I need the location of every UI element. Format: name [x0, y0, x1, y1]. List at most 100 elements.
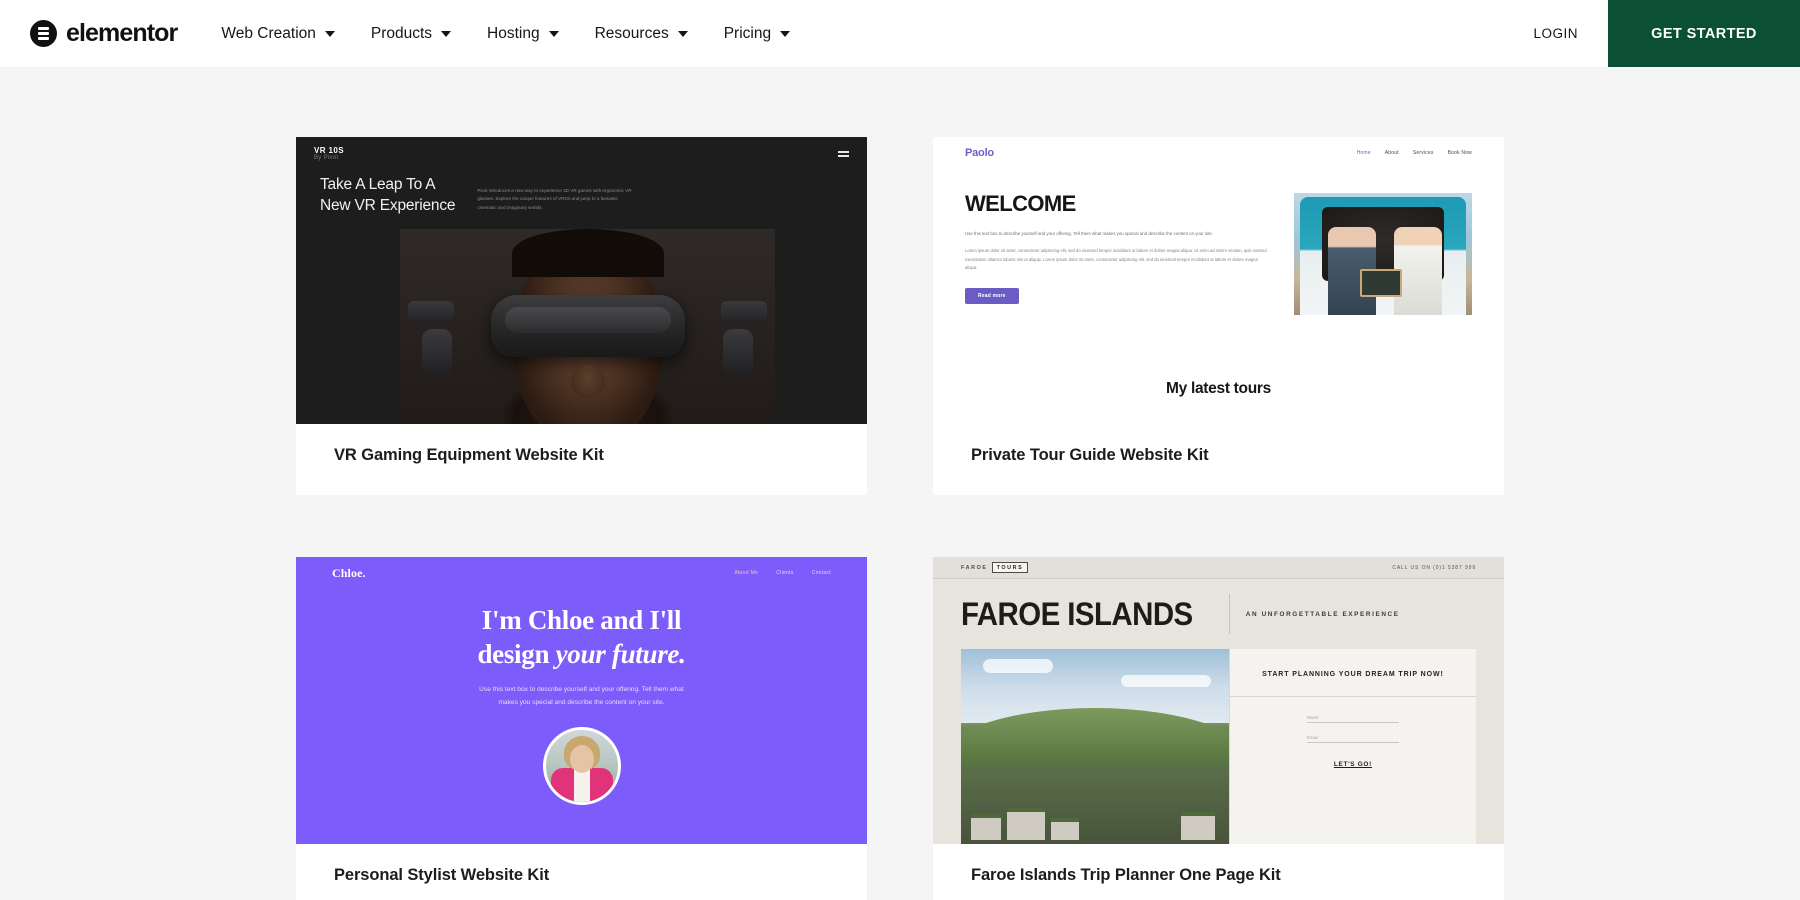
header-actions: LOGIN GET STARTED [1503, 0, 1800, 67]
nav-label: Hosting [487, 24, 540, 42]
preview-headline: Take A Leap To A New VR Experience [320, 175, 456, 217]
preview-lede: Use this text box to describe yourself a… [965, 231, 1214, 236]
elementor-mark-icon [30, 20, 57, 47]
preview-body-text: Pivot introduces a new way to experience… [477, 188, 632, 210]
subtext-line-2: makes you special and describe the conte… [498, 698, 665, 706]
kit-title: VR Gaming Equipment Website Kit [334, 446, 604, 464]
logo-word-tours: TOURS [991, 562, 1029, 573]
nav-item-products[interactable]: Products [353, 0, 469, 67]
chevron-down-icon [780, 30, 791, 37]
preview-landscape-image [961, 649, 1229, 844]
preview-submit-link: LET'S GO! [1333, 761, 1372, 768]
preview-email-field: Email [1306, 733, 1399, 743]
kit-thumbnail: Paolo Home About Services Book Now WELCO… [933, 137, 1504, 424]
login-link[interactable]: LOGIN [1503, 0, 1608, 67]
preview-panel-title: START PLANNING YOUR DREAM TRIP NOW! [1262, 671, 1444, 678]
vr-strap-right [721, 301, 767, 323]
preview-tagline: AN UNFORGETTABLE EXPERIENCE [1245, 610, 1400, 618]
preview-topbar: FAROE TOURS CALL US ON (0)1 5387 999 [933, 557, 1504, 579]
preview-text-column: WELCOME Use this text box to describe yo… [965, 177, 1268, 370]
chevron-down-icon [677, 30, 688, 37]
kit-thumbnail: Chloe. About Me Clients Contact I'm Chlo… [296, 557, 867, 844]
headline-line-1: Take A Leap To A [320, 176, 436, 193]
preview-topbar: Chloe. About Me Clients Contact [296, 557, 867, 589]
preview-heading: WELCOME [965, 191, 1076, 216]
preview-avatar [542, 727, 621, 805]
preview-logo-sub: By Pivot [314, 155, 339, 162]
vr-earcup-left [422, 329, 452, 375]
cloud-shape [983, 659, 1053, 673]
headline-line-2: design your future. [356, 637, 807, 671]
house-shape [1051, 818, 1079, 840]
preview-nav-about: About [1384, 150, 1399, 156]
preview-nav: About Me Clients Contact [734, 570, 831, 576]
nav-item-resources[interactable]: Resources [577, 0, 706, 67]
preview-form-panel: START PLANNING YOUR DREAM TRIP NOW! Name… [1228, 649, 1477, 844]
preview-title: FAROE ISLANDS [961, 596, 1193, 632]
main-navigation: Web Creation Products Hosting Resources … [203, 0, 1503, 67]
vr-headset-icon [490, 295, 685, 357]
brand-name: elementor [66, 19, 178, 47]
preview-headline: I'm Chloe and I'll design your future. [356, 603, 807, 671]
house-shape [1007, 808, 1045, 840]
preview-logo: Chloe. [332, 565, 366, 580]
vr-earcup-right [723, 329, 753, 375]
preview-nav-services: Services [1412, 150, 1434, 156]
preview-nav-home: Home [1356, 150, 1371, 156]
preview-section: My latest tours [933, 370, 1504, 424]
preview-phone: CALL US ON (0)1 5387 999 [1392, 564, 1476, 571]
preview-hero: Take A Leap To A New VR Experience Pivot… [296, 175, 867, 217]
house-shape [1180, 812, 1215, 840]
nav-label: Resources [594, 24, 669, 42]
nav-item-hosting[interactable]: Hosting [469, 0, 577, 67]
preview-nav-about-me: About Me [734, 570, 759, 576]
subtext-line-1: Use this text box to describe yourself a… [479, 686, 684, 694]
nav-item-web-creation[interactable]: Web Creation [203, 0, 352, 67]
nav-label: Web Creation [221, 24, 316, 42]
preview-logo: Paolo [965, 147, 994, 159]
preview-section-title: My latest tours [1166, 380, 1271, 397]
logo-word-faroe: FAROE [961, 564, 988, 571]
nav-label: Pricing [723, 24, 772, 42]
headline-italic: your future. [555, 639, 686, 670]
preview-subtext: Use this text box to describe yourself a… [356, 684, 807, 709]
kit-card-faroe-islands[interactable]: FAROE TOURS CALL US ON (0)1 5387 999 FAR… [933, 557, 1504, 900]
house-shape [971, 814, 1001, 840]
preview-columns: START PLANNING YOUR DREAM TRIP NOW! Name… [961, 649, 1477, 844]
cloud-shape [1120, 675, 1211, 687]
preview-logo-main: VR 10S [314, 145, 344, 155]
kit-thumbnail: VR 10S By Pivot Take A Leap To A New VR … [296, 137, 867, 424]
preview-topbar: VR 10S By Pivot [296, 137, 867, 171]
vr-strap-left [408, 301, 454, 323]
preview-hero-image [400, 229, 775, 424]
preview-topbar: Paolo Home About Services Book Now [933, 137, 1504, 169]
chevron-down-icon [441, 30, 452, 37]
nav-item-pricing[interactable]: Pricing [706, 0, 808, 67]
chalkboard-shape [1360, 269, 1402, 297]
preview-nav-book-now: Book Now [1447, 150, 1472, 156]
kit-card-vr-gaming[interactable]: VR 10S By Pivot Take A Leap To A New VR … [296, 137, 867, 495]
kit-card-private-tour-guide[interactable]: Paolo Home About Services Book Now WELCO… [933, 137, 1504, 495]
hamburger-menu-icon [838, 151, 849, 157]
website-kits-grid: VR 10S By Pivot Take A Leap To A New VR … [0, 67, 1800, 900]
kit-title: Faroe Islands Trip Planner One Page Kit [971, 866, 1281, 884]
vr-face-lower [570, 365, 605, 399]
preview-hero: I'm Chloe and I'll design your future. U… [296, 603, 867, 709]
kit-card-personal-stylist[interactable]: Chloe. About Me Clients Contact I'm Chlo… [296, 557, 867, 900]
preview-hero: FAROE ISLANDS AN UNFORGETTABLE EXPERIENC… [933, 583, 1504, 645]
chevron-down-icon [324, 30, 335, 37]
vr-hair-shape [511, 229, 664, 277]
preview-nav-clients: Clients [776, 570, 794, 576]
preview-logo: FAROE TOURS [961, 562, 1029, 573]
kit-title: Private Tour Guide Website Kit [971, 446, 1209, 464]
kit-thumbnail: FAROE TOURS CALL US ON (0)1 5387 999 FAR… [933, 557, 1504, 844]
headline-line-1: I'm Chloe and I'll [481, 605, 682, 635]
brand-logo[interactable]: elementor [0, 0, 203, 67]
divider [1228, 594, 1230, 634]
site-header: elementor Web Creation Products Hosting … [0, 0, 1800, 67]
kit-title: Personal Stylist Website Kit [334, 866, 550, 884]
get-started-button[interactable]: GET STARTED [1608, 0, 1800, 67]
preview-nav-contact: Contact [811, 570, 831, 576]
headline-plain: design [477, 639, 556, 670]
preview-logo: VR 10S By Pivot [314, 145, 344, 162]
